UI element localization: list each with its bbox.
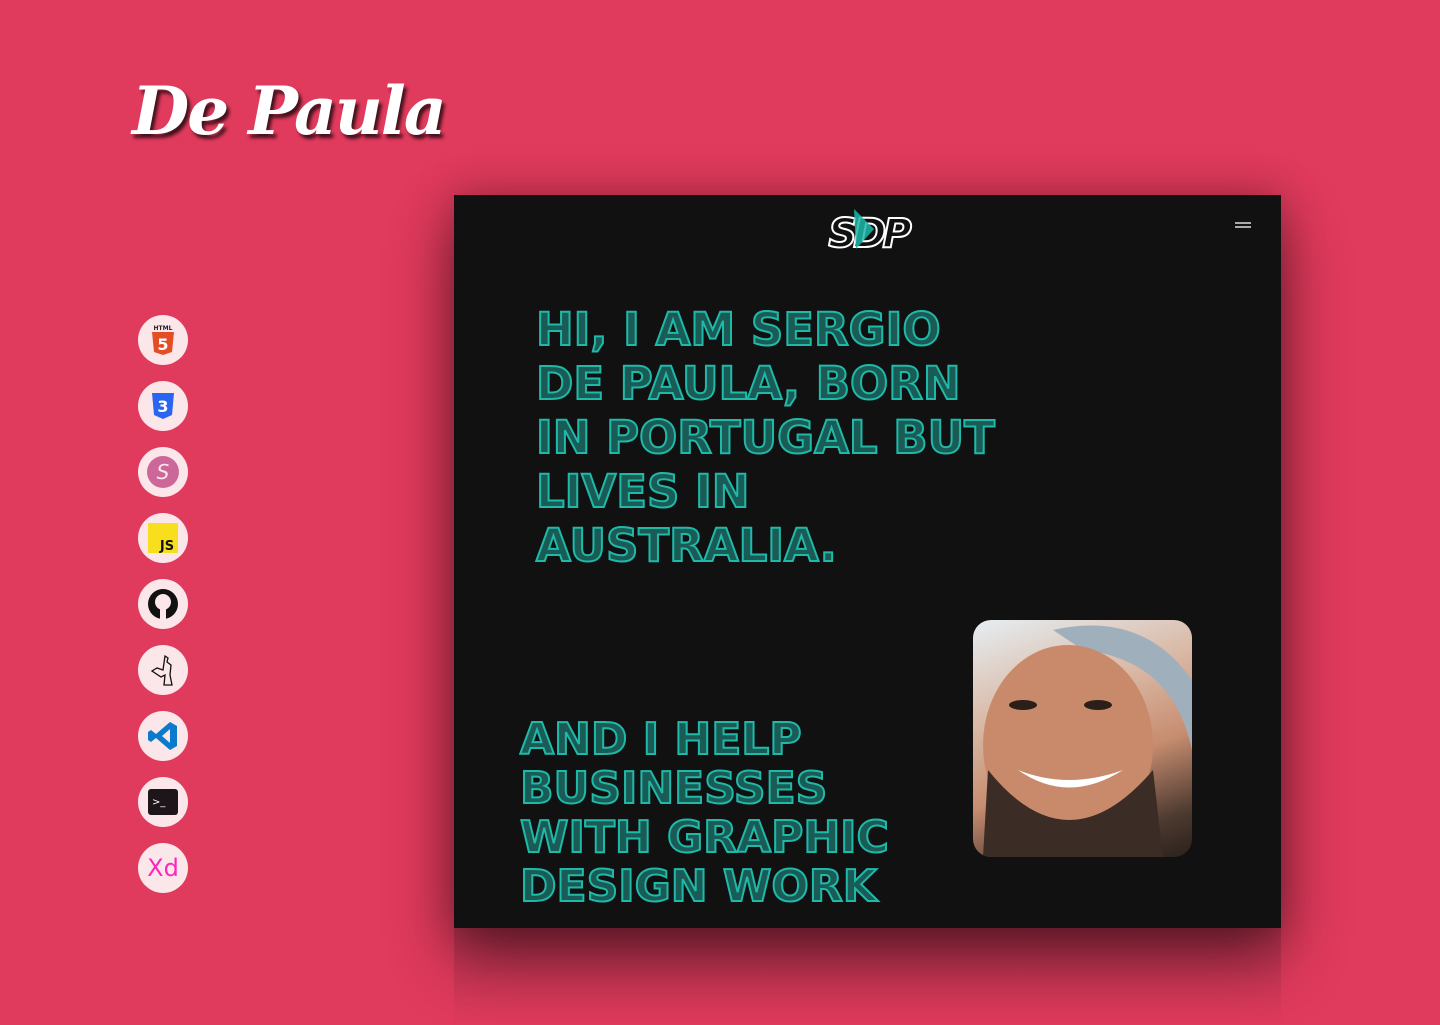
hamburger-menu-icon[interactable]	[1235, 222, 1251, 228]
svg-text:SDP: SDP	[828, 211, 911, 257]
face-illustration	[983, 625, 1192, 857]
svg-text:3: 3	[157, 397, 168, 416]
terminal-icon[interactable]: >_	[138, 777, 188, 827]
profile-photo	[973, 620, 1192, 857]
svg-text:>_: >_	[152, 797, 166, 808]
vscode-icon[interactable]	[138, 711, 188, 761]
css3-icon[interactable]: 3	[138, 381, 188, 431]
adobe-xd-label: Xd	[147, 854, 179, 882]
portfolio-preview-card: SDP Hi, I am Sergio De Paula, born in Po…	[454, 195, 1281, 928]
svg-text:JS: JS	[159, 539, 174, 553]
svg-text:5: 5	[157, 335, 168, 354]
help-heading: And I help businesses with graphic desig…	[519, 714, 890, 912]
svg-text:S: S	[157, 460, 170, 484]
svg-text:HTML: HTML	[154, 325, 173, 332]
tech-icon-list: HTML 5 3 S JS >_ Xd	[138, 315, 188, 909]
javascript-icon[interactable]: JS	[138, 513, 188, 563]
superhero-icon[interactable]	[138, 645, 188, 695]
card-reflection	[454, 928, 1281, 1025]
sass-icon[interactable]: S	[138, 447, 188, 497]
sdp-logo[interactable]: SDP	[810, 205, 926, 261]
brand-title: De Paula	[132, 72, 447, 150]
intro-heading: Hi, I am Sergio De Paula, born in Portug…	[535, 302, 996, 573]
html5-icon[interactable]: HTML 5	[138, 315, 188, 365]
github-icon[interactable]	[138, 579, 188, 629]
adobe-xd-icon[interactable]: Xd	[138, 843, 188, 893]
